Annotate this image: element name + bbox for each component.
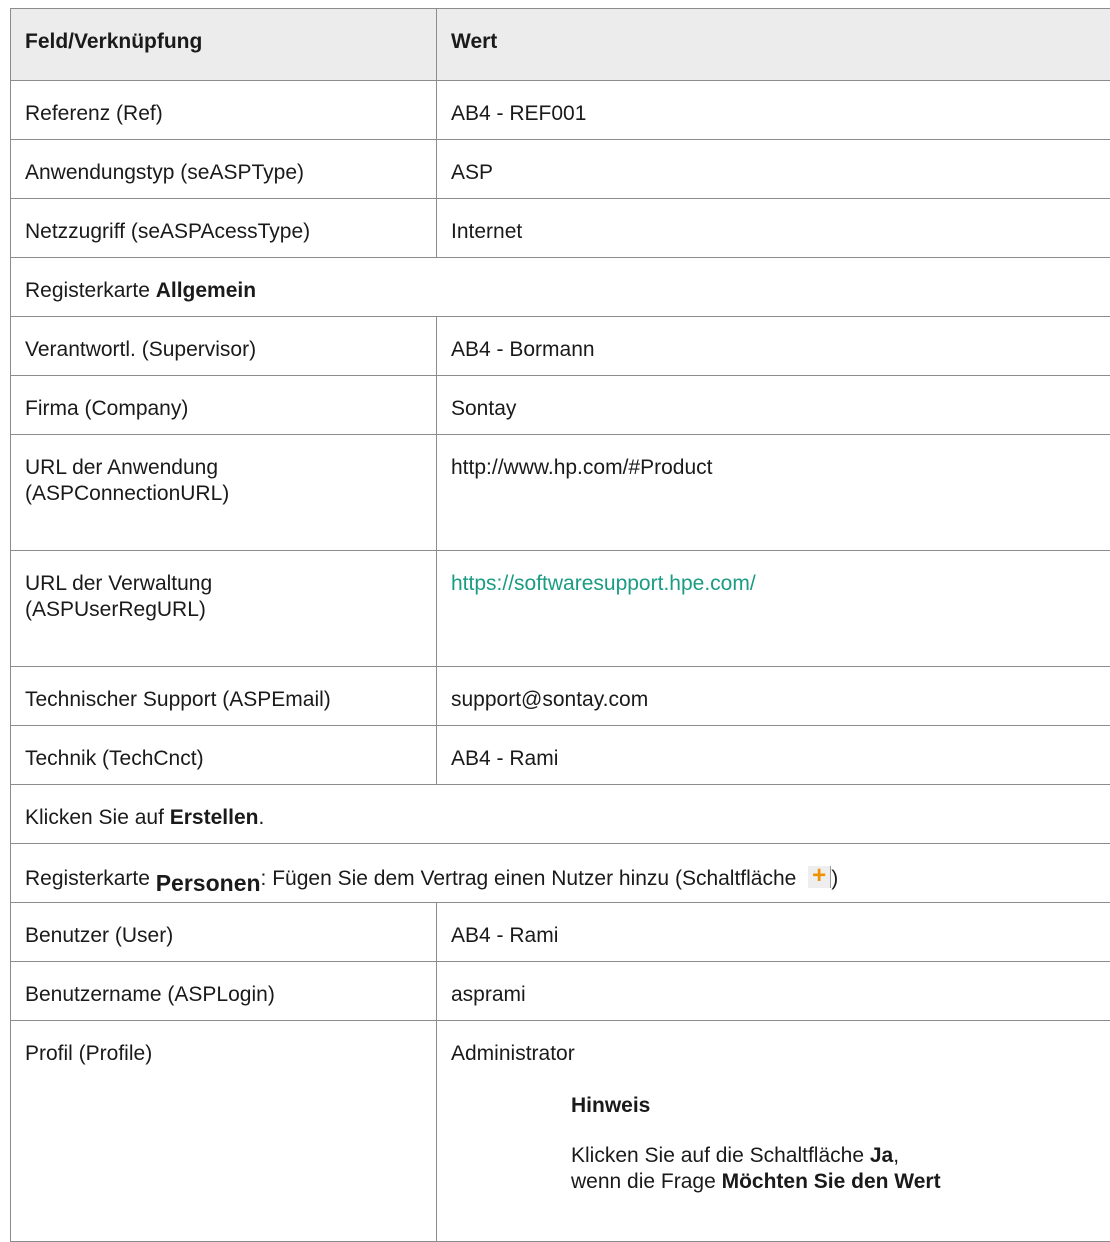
section-persons: Registerkarte Personen: Fügen Sie dem Ve…	[11, 844, 1110, 903]
section-row-create: Klicken Sie auf Erstellen.	[11, 785, 1110, 844]
field-cell: Technik (TechCnct)	[11, 726, 437, 785]
value-cell: AB4 - Rami	[437, 726, 1110, 785]
field-cell: Anwendungstyp (seASPType)	[11, 140, 437, 199]
value-cell: Sontay	[437, 376, 1110, 435]
table-row: Technik (TechCnct) AB4 - Rami	[11, 726, 1110, 785]
table-row: Verantwortl. (Supervisor) AB4 - Bormann	[11, 317, 1110, 376]
table-row: Firma (Company) Sontay	[11, 376, 1110, 435]
value-cell: asprami	[437, 962, 1110, 1021]
table-row: Benutzer (User) AB4 - Rami	[11, 903, 1110, 962]
section-create: Klicken Sie auf Erstellen.	[11, 785, 1110, 844]
section-general: Registerkarte Allgemein	[11, 258, 1110, 317]
field-cell: Netzzugriff (seASPAcessType)	[11, 199, 437, 258]
value-cell: http://www.hp.com/#Product	[437, 435, 1110, 551]
note-line1-bold: Ja	[870, 1144, 893, 1167]
note-box: Hinweis Klicken Sie auf die Schaltfläche…	[571, 1093, 1096, 1195]
header-value: Wert	[437, 9, 1110, 81]
value-cell: AB4 - REF001	[437, 81, 1110, 140]
field-cell: Benutzername (ASPLogin)	[11, 962, 437, 1021]
note-line: Klicken Sie auf die Schaltfläche Ja,	[571, 1143, 1096, 1169]
note-line2-prefix: wenn die Frage	[571, 1170, 722, 1193]
note-line2-bold: Möchten Sie den Wert	[722, 1170, 941, 1193]
value-cell: AB4 - Bormann	[437, 317, 1110, 376]
table-row: Netzzugriff (seASPAcessType) Internet	[11, 199, 1110, 258]
note-line: wenn die Frage Möchten Sie den Wert	[571, 1169, 1096, 1195]
value-cell: https://softwaresupport.hpe.com/	[437, 551, 1110, 667]
section-general-tab: Allgemein	[156, 279, 256, 302]
field-cell: Verantwortl. (Supervisor)	[11, 317, 437, 376]
value-cell: Internet	[437, 199, 1110, 258]
table-row: URL der Anwendung(ASPConnectionURL) http…	[11, 435, 1110, 551]
section-general-prefix: Registerkarte	[25, 279, 156, 302]
section-create-suffix: .	[258, 806, 264, 829]
table-row: URL der Verwaltung(ASPUserRegURL) https:…	[11, 551, 1110, 667]
table-row: Profil (Profile) Administrator Hinweis K…	[11, 1021, 1110, 1242]
field-line: (ASPConnectionURL)	[25, 481, 422, 507]
header-field: Feld/Verknüpfung	[11, 9, 437, 81]
table-header-row: Feld/Verknüpfung Wert	[11, 9, 1110, 81]
section-create-button-name: Erstellen	[170, 806, 259, 829]
field-cell: URL der Verwaltung(ASPUserRegURL)	[11, 551, 437, 667]
field-value-table: Feld/Verknüpfung Wert Referenz (Ref) AB4…	[10, 8, 1110, 1242]
field-cell: Profil (Profile)	[11, 1021, 437, 1242]
note-line1-prefix: Klicken Sie auf die Schaltfläche	[571, 1144, 870, 1167]
note-line1-suffix: ,	[893, 1144, 899, 1167]
section-row-persons: Registerkarte Personen: Fügen Sie dem Ve…	[11, 844, 1110, 903]
section-create-prefix: Klicken Sie auf	[25, 806, 170, 829]
section-persons-prefix: Registerkarte	[25, 867, 156, 890]
table-row: Technischer Support (ASPEmail) support@s…	[11, 667, 1110, 726]
field-cell: Technischer Support (ASPEmail)	[11, 667, 437, 726]
field-line: URL der Verwaltung	[25, 571, 422, 597]
section-persons-suffix: )	[831, 867, 838, 890]
note-title: Hinweis	[571, 1093, 1096, 1119]
value-text: Administrator	[451, 1041, 1096, 1067]
field-cell: Referenz (Ref)	[11, 81, 437, 140]
field-cell: Benutzer (User)	[11, 903, 437, 962]
field-cell: Firma (Company)	[11, 376, 437, 435]
section-persons-text: : Fügen Sie dem Vertrag einen Nutzer hin…	[261, 867, 803, 890]
value-cell: ASP	[437, 140, 1110, 199]
add-icon	[808, 866, 831, 888]
admin-url-link[interactable]: https://softwaresupport.hpe.com/	[451, 572, 756, 595]
table-row: Benutzername (ASPLogin) asprami	[11, 962, 1110, 1021]
section-persons-tab: Personen	[156, 870, 261, 896]
table-row: Anwendungstyp (seASPType) ASP	[11, 140, 1110, 199]
field-line: (ASPUserRegURL)	[25, 597, 422, 623]
field-cell: URL der Anwendung(ASPConnectionURL)	[11, 435, 437, 551]
field-line: URL der Anwendung	[25, 455, 422, 481]
value-cell: support@sontay.com	[437, 667, 1110, 726]
value-cell: Administrator Hinweis Klicken Sie auf di…	[437, 1021, 1110, 1242]
value-cell: AB4 - Rami	[437, 903, 1110, 962]
table-row: Referenz (Ref) AB4 - REF001	[11, 81, 1110, 140]
section-row-general: Registerkarte Allgemein	[11, 258, 1110, 317]
